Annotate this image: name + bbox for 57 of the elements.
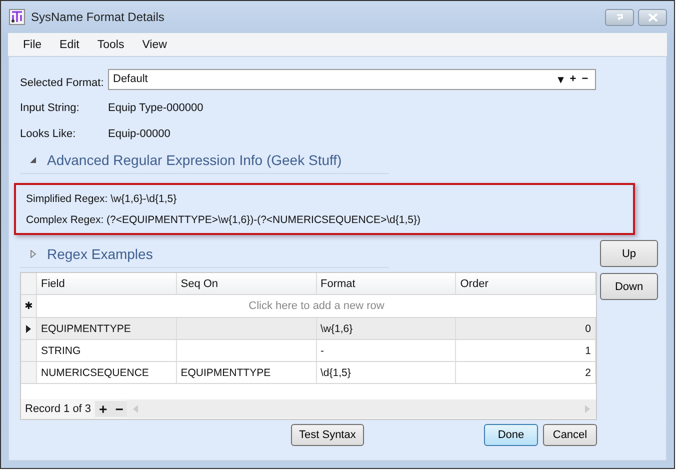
table-cell: \d{1,5} [316, 362, 456, 383]
column-header[interactable]: Field [37, 273, 177, 294]
close-icon [648, 12, 658, 22]
window-title: SysName Format Details [31, 10, 164, 24]
section-header[interactable]: Advanced Regular Expression Info (Geek Stuff) [20, 147, 389, 174]
current-row-icon [26, 324, 31, 332]
regex-line: Simplified Regex: \w{1,6}-\d{1,5} [26, 192, 178, 204]
format-dropdown[interactable]: Default ▾ + − [108, 68, 596, 90]
move-button[interactable]: Down [600, 273, 658, 300]
scroll-left-icon [133, 405, 138, 413]
test-syntax-button[interactable]: Test Syntax [291, 424, 364, 446]
field-value: Equip-00000 [108, 128, 170, 140]
close-button[interactable] [638, 8, 667, 26]
collapse-icon [29, 156, 37, 164]
table-cell: \w{1,6} [316, 318, 456, 339]
add-row-button[interactable]: + [95, 401, 112, 417]
move-button[interactable]: Up [600, 240, 658, 267]
table-cell: 1 [456, 340, 596, 361]
app-icon [9, 9, 25, 25]
new-row-icon: ✱ [21, 295, 37, 317]
horizontal-scrollbar[interactable] [127, 400, 596, 418]
table-cell: NUMERICSEQUENCE [37, 362, 177, 383]
column-header[interactable]: Format [316, 273, 456, 294]
table-row[interactable]: EQUIPMENTTYPE \w{1,6} 0 [21, 318, 596, 340]
table-cell: - [316, 340, 456, 361]
help-button[interactable] [605, 8, 634, 26]
new-row-hint[interactable]: Click here to add a new row [37, 295, 596, 317]
menu-item[interactable]: Edit [50, 38, 88, 50]
table-cell: 0 [456, 318, 596, 339]
section-header[interactable]: Regex Examples [20, 241, 389, 268]
menu-item[interactable]: Tools [88, 38, 134, 50]
dialog-button[interactable]: Done [484, 424, 538, 446]
add-button[interactable]: + [567, 73, 579, 85]
record-counter: Record 1 of 3 [24, 403, 92, 415]
column-header[interactable]: Order [456, 273, 596, 294]
field-label: Looks Like: [20, 128, 77, 140]
table-cell: EQUIPMENTTYPE [176, 362, 316, 383]
column-header[interactable]: Seq On [176, 273, 316, 294]
field-label: Input String: [20, 102, 80, 114]
table-cell: EQUIPMENTTYPE [37, 318, 177, 339]
help-icon [615, 12, 624, 22]
scroll-right-icon [585, 405, 590, 413]
menu-item[interactable]: File [14, 38, 51, 50]
dropdown-arrow[interactable]: ▾ [555, 72, 567, 86]
remove-button[interactable]: − [579, 73, 591, 85]
dialog-button[interactable]: Cancel [543, 424, 597, 446]
table-cell: STRING [37, 340, 177, 361]
menu-item[interactable]: View [133, 38, 176, 50]
field-value: Equip Type-000000 [108, 102, 204, 114]
row-header[interactable] [21, 318, 37, 339]
field-label: Selected Format: [20, 77, 105, 89]
table-cell: 2 [456, 362, 596, 383]
table-row[interactable]: NUMERICSEQUENCE EQUIPMENTTYPE \d{1,5} 2 [21, 362, 596, 384]
expand-icon [29, 250, 37, 258]
regex-line: Complex Regex: (?<EQUIPMENTTYPE>\w{1,6})-(?<NUMERICSEQUENCE>\d{1,5}) [26, 214, 422, 226]
table-row[interactable]: STRING - 1 [21, 340, 596, 362]
remove-row-button[interactable]: − [111, 401, 128, 417]
